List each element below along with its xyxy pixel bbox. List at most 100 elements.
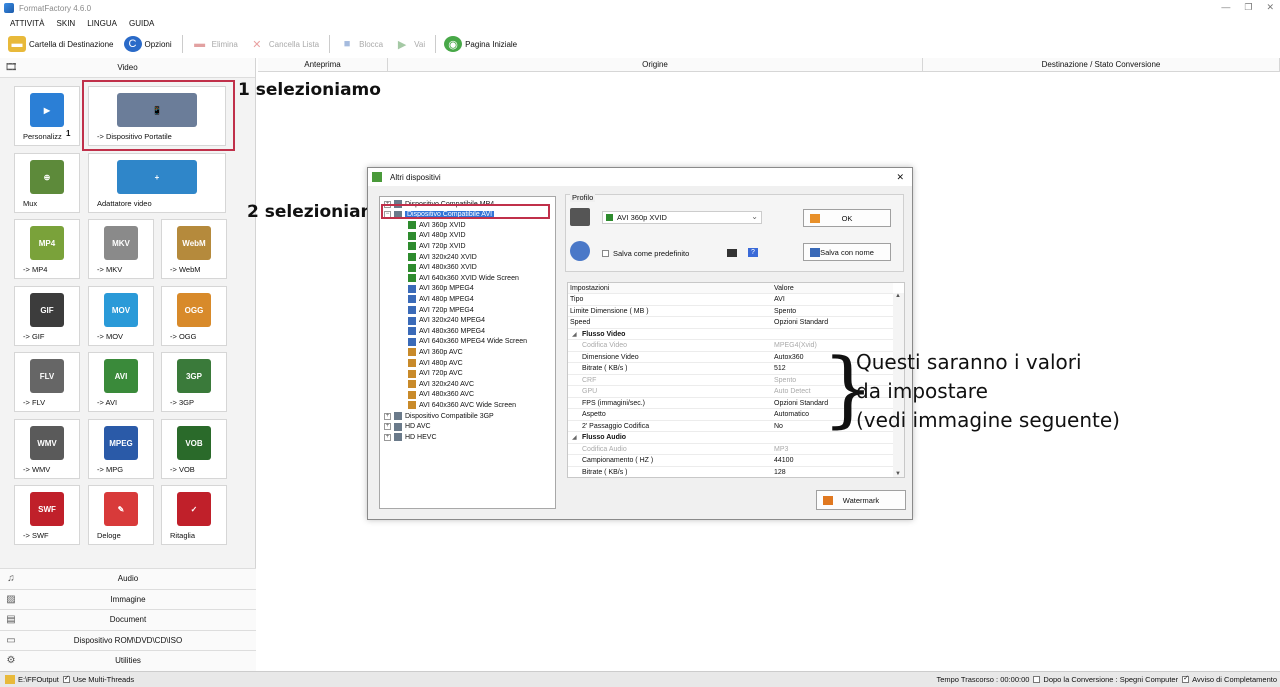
column-source[interactable]: Origine <box>388 58 923 71</box>
tree-profile-node[interactable]: AVI 480x360 XVID <box>408 263 477 273</box>
video-tile-0[interactable]: ▶ Personalizz 1 <box>14 86 80 146</box>
tree-group-node[interactable]: + HD HEVC <box>384 432 437 442</box>
video-tile-17[interactable]: ✎ Deloge <box>88 485 154 545</box>
video-tile-7[interactable]: GIF -> GIF <box>14 286 80 346</box>
menu-language[interactable]: LINGUA <box>87 19 117 28</box>
settings-row[interactable]: Bitrate ( KB/s ) 128 <box>568 467 893 477</box>
scroll-down-icon[interactable]: ▼ <box>895 471 901 477</box>
video-tile-2[interactable]: ⊕ Mux <box>14 153 80 213</box>
tree-profile-node[interactable]: AVI 480x360 AVC <box>408 390 474 400</box>
setting-value[interactable]: 512 <box>774 365 786 372</box>
setting-value[interactable]: Auto Detect <box>774 388 811 395</box>
video-tile-18[interactable]: ✓ Ritaglia <box>161 485 227 545</box>
video-tile-14[interactable]: MPEG -> MPG <box>88 419 154 479</box>
setting-value[interactable]: Opzioni Standard <box>774 400 828 407</box>
video-tile-5[interactable]: MKV -> MKV <box>88 219 154 279</box>
help-icon[interactable]: ? <box>748 248 758 257</box>
options-button[interactable]: C Opzioni <box>123 36 172 52</box>
video-tile-11[interactable]: AVI -> AVI <box>88 352 154 412</box>
tree-profile-node[interactable]: AVI 640x360 AVC Wide Screen <box>408 400 516 410</box>
stop-button[interactable]: ■ Blocca <box>338 36 383 52</box>
category-image[interactable]: ▨ Immagine <box>0 588 256 609</box>
tree-profile-node[interactable]: AVI 480x360 MPEG4 <box>408 326 485 336</box>
clear-list-button[interactable]: ✕ Cancella Lista <box>248 36 319 52</box>
collapse-triangle-icon[interactable]: ◢ <box>572 434 577 441</box>
tree-profile-node[interactable]: AVI 480p XVID <box>408 231 466 241</box>
video-tile-3[interactable]: + Adattatore video <box>88 153 226 213</box>
tree-group-node[interactable]: + Dispositivo Compatibile 3GP <box>384 411 494 421</box>
ok-button[interactable]: OK <box>803 209 891 227</box>
tree-profile-node[interactable]: AVI 360p MPEG4 <box>408 284 474 294</box>
tree-profile-node[interactable]: AVI 320x240 MPEG4 <box>408 316 485 326</box>
video-tile-6[interactable]: WebM -> WebM <box>161 219 227 279</box>
tree-profile-node[interactable]: AVI 720p MPEG4 <box>408 305 474 315</box>
profile-select[interactable]: AVI 360p XVID ⌄ <box>602 211 762 224</box>
tree-profile-node[interactable]: AVI 720p XVID <box>408 241 466 251</box>
settings-row[interactable]: Tipo AVI <box>568 295 893 306</box>
home-page-button[interactable]: ◉ Pagina Iniziale <box>444 36 517 52</box>
video-tile-10[interactable]: FLV -> FLV <box>14 352 80 412</box>
column-preview[interactable]: Anteprima <box>258 58 388 71</box>
video-tile-8[interactable]: MOV -> MOV <box>88 286 154 346</box>
start-button[interactable]: ▶ Vai <box>393 36 425 52</box>
video-tile-4[interactable]: MP4 -> MP4 <box>14 219 80 279</box>
multithread-checkbox[interactable] <box>62 674 70 683</box>
setting-value[interactable]: MP3 <box>774 446 788 453</box>
tree-expander-icon[interactable]: + <box>384 433 391 441</box>
setting-value[interactable]: Autox360 <box>774 354 804 361</box>
setting-value[interactable]: No <box>774 423 783 430</box>
setting-value[interactable]: 128 <box>774 469 786 476</box>
tree-group-node[interactable]: + HD AVC <box>384 422 431 432</box>
video-tile-16[interactable]: SWF -> SWF <box>14 485 80 545</box>
category-audio[interactable]: ♫ Audio <box>0 568 256 589</box>
settings-row[interactable]: Speed Opzioni Standard <box>568 318 893 329</box>
setting-value[interactable]: 44100 <box>774 457 793 464</box>
setting-value[interactable]: Opzioni Standard <box>774 319 828 326</box>
menu-skin[interactable]: SKIN <box>57 19 76 28</box>
after-conversion-checkbox[interactable] <box>1033 676 1041 683</box>
output-path[interactable]: E:\FFOutput <box>18 675 59 684</box>
tree-expander-icon[interactable]: + <box>384 423 391 431</box>
tree-profile-node[interactable]: AVI 480p AVC <box>408 358 463 368</box>
category-utilities[interactable]: ⚙ Utilities <box>0 650 256 671</box>
save-default-checkbox[interactable]: Salva come predefinito <box>602 249 689 258</box>
menu-activities[interactable]: ATTIVITÀ <box>10 19 45 28</box>
tree-profile-node[interactable]: AVI 640x360 XVID Wide Screen <box>408 273 519 283</box>
setting-value[interactable]: Spento <box>774 377 796 384</box>
setting-value[interactable]: Spento <box>774 308 796 315</box>
tree-profile-node[interactable]: AVI 360p XVID <box>408 220 466 230</box>
minimize-button[interactable]: — <box>1221 2 1230 13</box>
menu-help[interactable]: GUIDA <box>129 19 154 28</box>
setting-value[interactable]: Automatico <box>774 411 809 418</box>
terminal-icon[interactable] <box>727 249 737 257</box>
category-rom-dvd[interactable]: ▭ Dispositivo ROM\DVD\CD\ISO <box>0 629 256 650</box>
video-tile-15[interactable]: VOB -> VOB <box>161 419 227 479</box>
save-as-button[interactable]: Salva con nome <box>803 243 891 261</box>
remove-button[interactable]: ▬ Elimina <box>191 36 238 52</box>
video-tile-13[interactable]: WMV -> WMV <box>14 419 80 479</box>
tree-profile-node[interactable]: AVI 360p AVC <box>408 347 463 357</box>
video-tile-12[interactable]: 3GP -> 3GP <box>161 352 227 412</box>
settings-group-row[interactable]: ◢ Flusso Video <box>568 329 893 341</box>
completion-notice-checkbox[interactable] <box>1182 674 1190 683</box>
settings-row[interactable]: Limite Dimensione ( MB ) Spento <box>568 306 893 318</box>
category-video-header[interactable]: 🎞 Video <box>0 58 255 78</box>
close-button[interactable]: ✕ <box>1266 2 1274 13</box>
settings-row[interactable]: Campionamento ( HZ ) 44100 <box>568 456 893 467</box>
tree-profile-node[interactable]: AVI 320x240 AVC <box>408 379 474 389</box>
dest-folder-button[interactable]: ▬ Cartella di Destinazione <box>8 36 114 52</box>
tree-profile-node[interactable]: AVI 640x360 MPEG4 Wide Screen <box>408 337 527 347</box>
tree-profile-node[interactable]: AVI 720p AVC <box>408 369 463 379</box>
setting-value[interactable]: AVI <box>774 296 785 303</box>
column-destination[interactable]: Destinazione / Stato Conversione <box>923 58 1280 71</box>
scroll-up-icon[interactable]: ▲ <box>895 293 901 299</box>
restore-button[interactable]: ❐ <box>1244 2 1252 13</box>
tree-profile-node[interactable]: AVI 320x240 XVID <box>408 252 477 262</box>
settings-row[interactable]: Codifica Audio MP3 <box>568 444 893 456</box>
watermark-button[interactable]: Watermark <box>816 490 906 510</box>
dialog-close-button[interactable]: ✕ <box>896 172 904 183</box>
video-tile-9[interactable]: OGG -> OGG <box>161 286 227 346</box>
setting-value[interactable]: MPEG4(Xvid) <box>774 342 817 349</box>
tree-profile-node[interactable]: AVI 480p MPEG4 <box>408 294 474 304</box>
collapse-triangle-icon[interactable]: ◢ <box>572 331 577 338</box>
